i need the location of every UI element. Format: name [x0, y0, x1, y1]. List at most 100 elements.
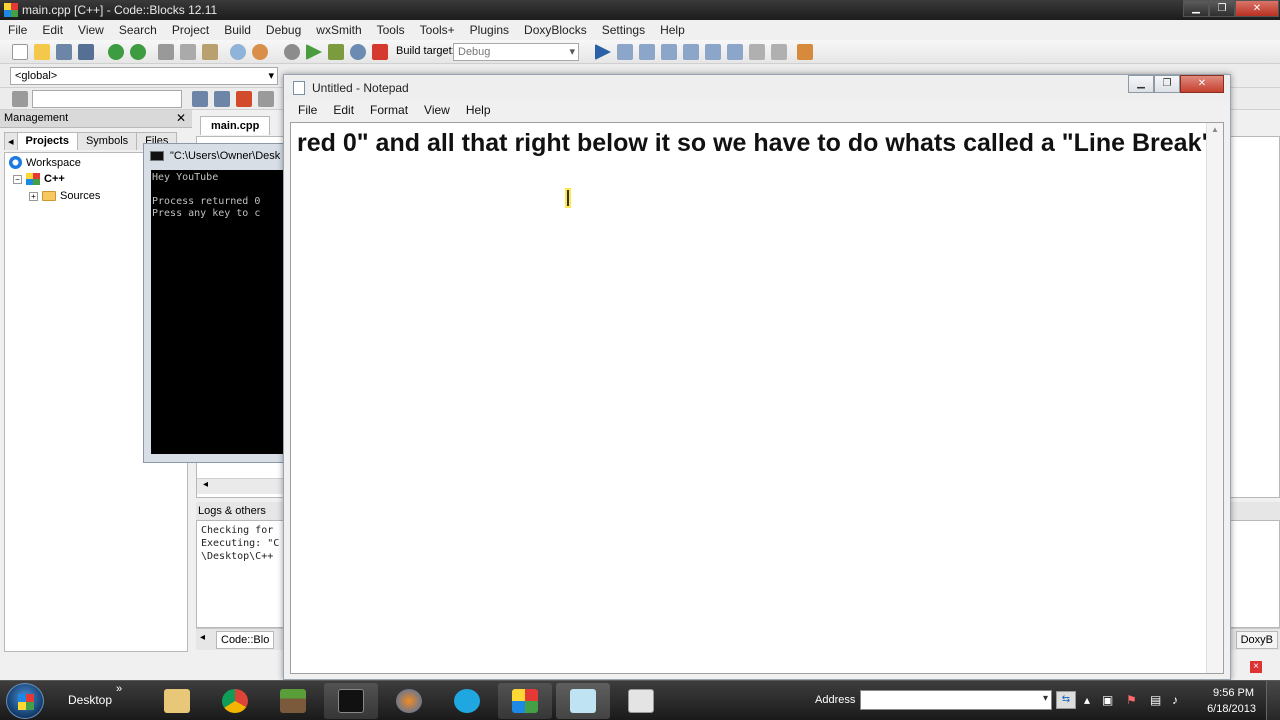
- notepad-menu-file[interactable]: File: [290, 102, 325, 120]
- search-input[interactable]: [32, 90, 182, 108]
- codeblocks-title-bar[interactable]: main.cpp [C++] - Code::Blocks 12.11 ▁ ❐ …: [0, 0, 1280, 20]
- step-instruction-icon[interactable]: [727, 44, 743, 60]
- notepad-title-bar[interactable]: Untitled - Notepad ▁ ❐ ✕: [284, 75, 1230, 101]
- menu-settings[interactable]: Settings: [594, 20, 652, 39]
- taskbar-explorer[interactable]: [150, 683, 204, 719]
- copy-icon[interactable]: [180, 44, 196, 60]
- collapse-icon[interactable]: −: [13, 174, 22, 184]
- bookmark-icon[interactable]: [258, 91, 274, 107]
- taskbar-notepad[interactable]: [556, 683, 610, 719]
- save-icon[interactable]: [56, 44, 72, 60]
- notepad-vertical-scrollbar[interactable]: ▲: [1206, 123, 1223, 673]
- next-line-icon[interactable]: [639, 44, 655, 60]
- console-title-bar[interactable]: "C:\Users\Owner\Desk: [144, 144, 292, 168]
- next-instruction-icon[interactable]: [705, 44, 721, 60]
- menu-tools-plus[interactable]: Tools+: [412, 20, 462, 39]
- find-icon[interactable]: [230, 44, 246, 60]
- build-gear-icon[interactable]: [284, 44, 300, 60]
- step-out-icon[interactable]: [683, 44, 699, 60]
- tab-projects[interactable]: Projects: [16, 132, 78, 150]
- redo-icon[interactable]: [130, 44, 146, 60]
- desktop-toolbar-label[interactable]: Desktop: [68, 693, 112, 707]
- tab-scroll-left-icon[interactable]: ◂: [4, 132, 18, 150]
- tab-symbols[interactable]: Symbols: [76, 132, 138, 150]
- previous-icon[interactable]: [192, 91, 208, 107]
- menu-search[interactable]: Search: [111, 20, 164, 39]
- taskbar-media[interactable]: [382, 683, 436, 719]
- notepad-maximize-button[interactable]: ❐: [1154, 75, 1180, 93]
- highlight-icon[interactable]: [236, 91, 252, 107]
- tree-item-project[interactable]: − C++: [13, 173, 65, 185]
- cut-icon[interactable]: [158, 44, 174, 60]
- expand-icon[interactable]: +: [29, 191, 38, 201]
- menu-project[interactable]: Project: [164, 20, 216, 39]
- menu-help[interactable]: Help: [652, 20, 692, 39]
- notepad-menu-edit[interactable]: Edit: [325, 102, 362, 120]
- search-options-icon[interactable]: [12, 91, 28, 107]
- tab-codeblocks-log[interactable]: Code::Blo: [216, 631, 275, 649]
- debug-run-icon[interactable]: [595, 44, 611, 60]
- taskbar-console[interactable]: [324, 683, 378, 719]
- close-button[interactable]: ✕: [1235, 0, 1279, 17]
- run-to-cursor-icon[interactable]: [617, 44, 633, 60]
- replace-icon[interactable]: [252, 44, 268, 60]
- taskbar-window[interactable]: [614, 683, 668, 719]
- menu-edit[interactable]: Edit: [34, 20, 70, 39]
- rebuild-icon[interactable]: [350, 44, 366, 60]
- menu-build[interactable]: Build: [216, 20, 258, 39]
- scroll-left-icon[interactable]: ◂: [203, 479, 208, 490]
- tree-item-workspace[interactable]: Workspace: [9, 156, 81, 169]
- tree-item-sources[interactable]: + Sources: [29, 190, 100, 202]
- abort-icon[interactable]: [372, 44, 388, 60]
- notepad-menu-help[interactable]: Help: [458, 102, 499, 120]
- maximize-button[interactable]: ❐: [1209, 0, 1235, 17]
- save-all-icon[interactable]: [78, 44, 94, 60]
- pause-icon[interactable]: [749, 44, 765, 60]
- tray-volume-icon[interactable]: ♪: [1172, 693, 1178, 707]
- menu-debug[interactable]: Debug: [258, 20, 308, 39]
- build-target-select[interactable]: Debug: [453, 43, 579, 61]
- undo-icon[interactable]: [108, 44, 124, 60]
- stop-debugger-icon[interactable]: [771, 44, 787, 60]
- notepad-close-button[interactable]: ✕: [1180, 75, 1224, 93]
- build-run-icon[interactable]: [328, 44, 344, 60]
- step-into-icon[interactable]: [661, 44, 677, 60]
- show-desktop-button[interactable]: [1266, 681, 1280, 720]
- tray-flag-icon[interactable]: ⚑: [1126, 693, 1137, 707]
- start-button[interactable]: [6, 683, 44, 719]
- taskbar-minecraft[interactable]: [266, 683, 320, 719]
- clock-date[interactable]: 6/18/2013: [1200, 703, 1256, 715]
- next-icon[interactable]: [214, 91, 230, 107]
- menu-file[interactable]: File: [0, 20, 34, 39]
- tray-device-icon[interactable]: ▣: [1102, 693, 1113, 707]
- editor-horizontal-scrollbar[interactable]: ◂: [197, 478, 287, 494]
- tab-doxyblocks[interactable]: DoxyB: [1235, 631, 1278, 649]
- scope-select[interactable]: <global>: [10, 67, 278, 85]
- debug-windows-icon[interactable]: [797, 44, 813, 60]
- menu-wxsmith[interactable]: wxSmith: [308, 20, 368, 39]
- open-folder-icon[interactable]: [34, 44, 50, 60]
- taskbar-chrome[interactable]: [208, 683, 262, 719]
- menu-tools[interactable]: Tools: [369, 20, 412, 39]
- taskbar-skype[interactable]: [440, 683, 494, 719]
- menu-view[interactable]: View: [70, 20, 111, 39]
- status-close-icon[interactable]: ×: [1250, 661, 1262, 673]
- desktop-chevron-icon[interactable]: »: [116, 683, 122, 695]
- address-go-icon[interactable]: ⇆: [1056, 691, 1076, 709]
- paste-icon[interactable]: [202, 44, 218, 60]
- tab-main-cpp[interactable]: main.cpp: [200, 116, 271, 135]
- new-file-icon[interactable]: [12, 44, 28, 60]
- notepad-text-area[interactable]: red 0" and all that right below it so we…: [290, 122, 1224, 674]
- notepad-minimize-button[interactable]: ▁: [1128, 75, 1154, 93]
- clock-time[interactable]: 9:56 PM: [1210, 687, 1254, 699]
- logs-scroll-left-icon[interactable]: ◂: [200, 632, 205, 643]
- minimize-button[interactable]: ▁: [1183, 0, 1209, 17]
- run-icon[interactable]: [306, 44, 322, 60]
- scroll-up-icon[interactable]: ▲: [1211, 125, 1219, 134]
- menu-doxyblocks[interactable]: DoxyBlocks: [516, 20, 594, 39]
- taskbar-codeblocks[interactable]: [498, 683, 552, 719]
- notepad-menu-view[interactable]: View: [416, 102, 458, 120]
- tray-expand-icon[interactable]: ▴: [1084, 693, 1090, 707]
- notepad-menu-format[interactable]: Format: [362, 102, 416, 120]
- tray-network-icon[interactable]: ▤: [1150, 693, 1161, 707]
